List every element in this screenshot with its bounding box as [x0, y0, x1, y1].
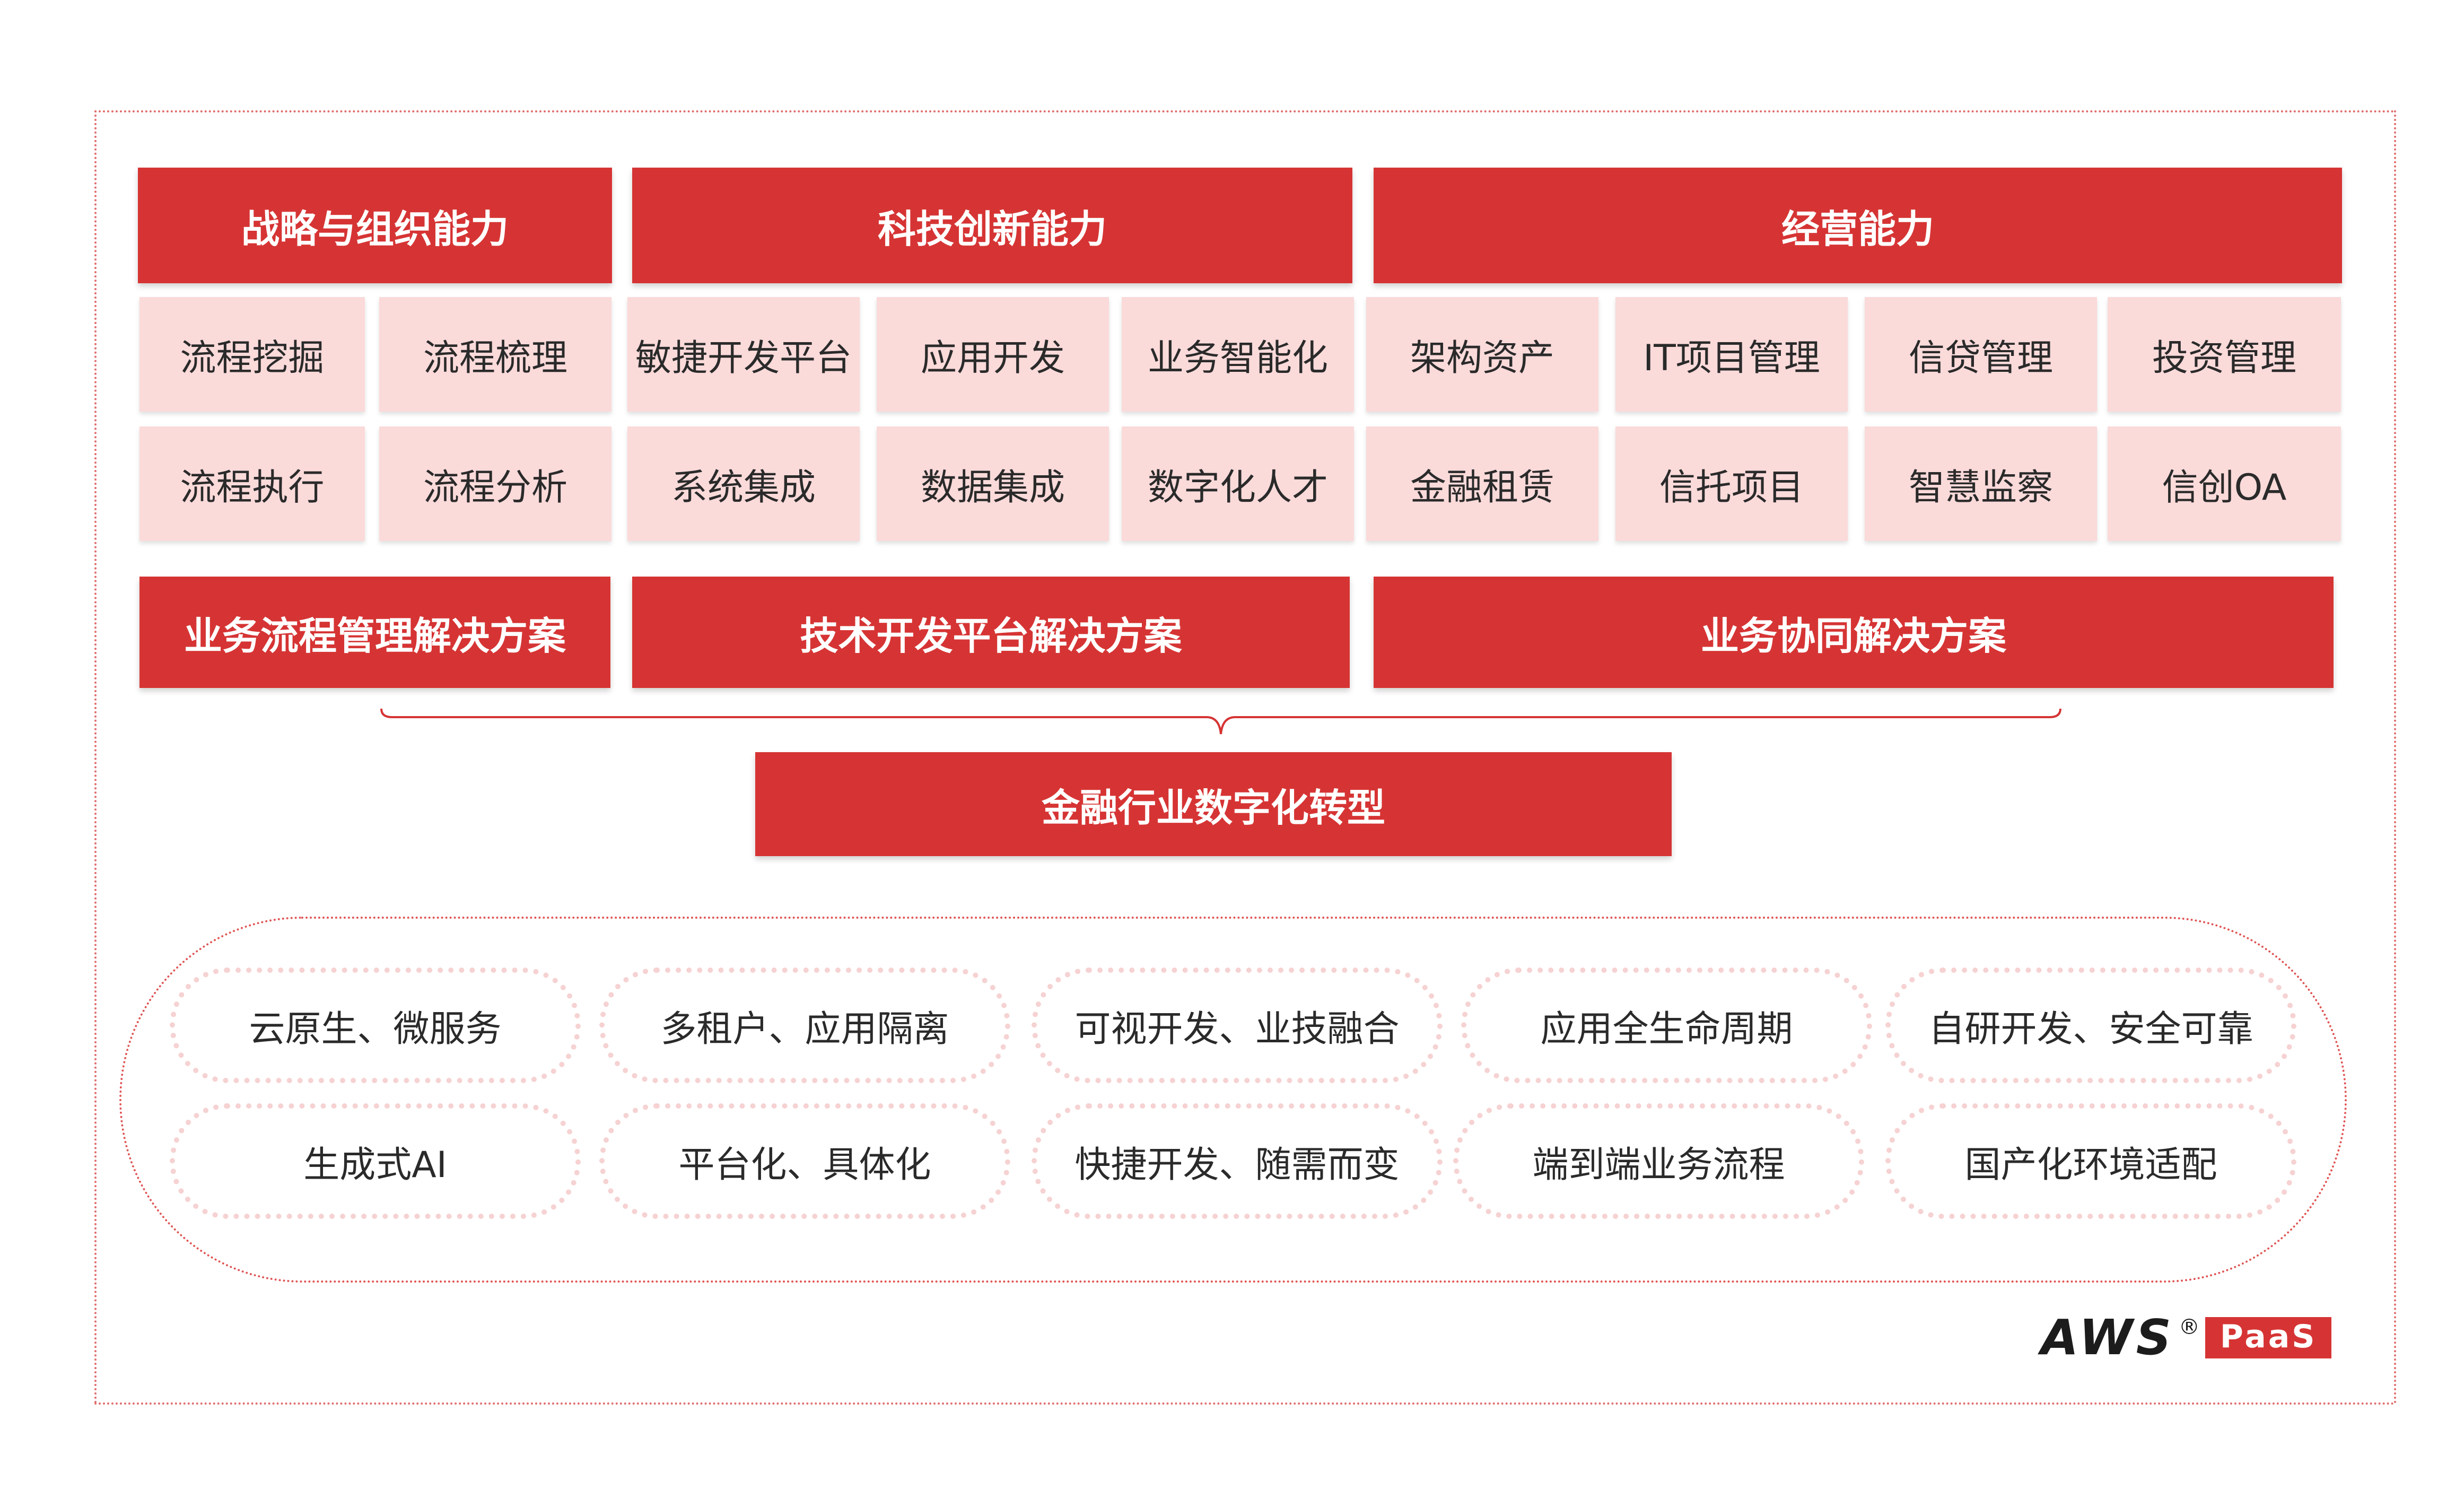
item-digital-talent: 数字化人才	[1122, 426, 1354, 541]
feature-generative-ai: 生成式AI	[170, 1103, 581, 1219]
feature-end-to-end: 端到端业务流程	[1453, 1103, 1864, 1219]
aws-paas-logo: AWS ® PaaS	[2041, 1309, 2332, 1366]
feature-domestic-env: 国产化环境适配	[1885, 1103, 2296, 1219]
feature-cloud-native: 云原生、微服务	[170, 968, 581, 1083]
item-agile-dev-platform: 敏捷开发平台	[627, 297, 860, 412]
feature-multi-tenant: 多租户、应用隔离	[599, 968, 1010, 1083]
item-investment-mgmt: 投资管理	[2108, 297, 2341, 412]
header-tech-innovation: 科技创新能力	[632, 168, 1352, 283]
brace-connector	[380, 708, 2061, 735]
item-business-intelligence: 业务智能化	[1122, 297, 1354, 412]
item-process-combing: 流程梳理	[379, 297, 611, 412]
target-financial-digital-transformation: 金融行业数字化转型	[755, 752, 1672, 856]
feature-fast-dev: 快捷开发、随需而变	[1032, 1103, 1443, 1219]
solution-collaboration: 业务协同解决方案	[1374, 577, 2334, 688]
item-credit-mgmt: 信贷管理	[1865, 297, 2097, 412]
item-xinchuang-oa: 信创OA	[2108, 426, 2341, 541]
item-trust-project: 信托项目	[1615, 426, 1848, 541]
item-it-project-mgmt: IT项目管理	[1615, 297, 1848, 412]
item-process-execution: 流程执行	[139, 426, 365, 541]
item-app-dev: 应用开发	[877, 297, 1109, 412]
logo-aws-text: AWS	[2041, 1309, 2174, 1366]
solution-bpm: 业务流程管理解决方案	[139, 577, 610, 688]
header-strategy-org: 战略与组织能力	[138, 168, 612, 283]
item-architecture-assets: 架构资产	[1366, 297, 1598, 412]
item-process-mining: 流程挖掘	[139, 297, 365, 412]
logo-registered-mark: ®	[2178, 1314, 2200, 1339]
header-operation: 经营能力	[1374, 168, 2342, 283]
item-financial-leasing: 金融租赁	[1366, 426, 1598, 541]
logo-paas-badge: PaaS	[2205, 1317, 2332, 1358]
item-smart-supervision: 智慧监察	[1865, 426, 2097, 541]
solution-tech-dev-platform: 技术开发平台解决方案	[632, 577, 1350, 688]
feature-app-lifecycle: 应用全生命周期	[1461, 968, 1872, 1083]
item-data-integration: 数据集成	[877, 426, 1109, 541]
item-process-analysis: 流程分析	[379, 426, 611, 541]
feature-visual-dev: 可视开发、业技融合	[1032, 968, 1443, 1083]
feature-self-developed: 自研开发、安全可靠	[1885, 968, 2296, 1083]
item-system-integration: 系统集成	[627, 426, 860, 541]
feature-platform: 平台化、具体化	[599, 1103, 1010, 1219]
